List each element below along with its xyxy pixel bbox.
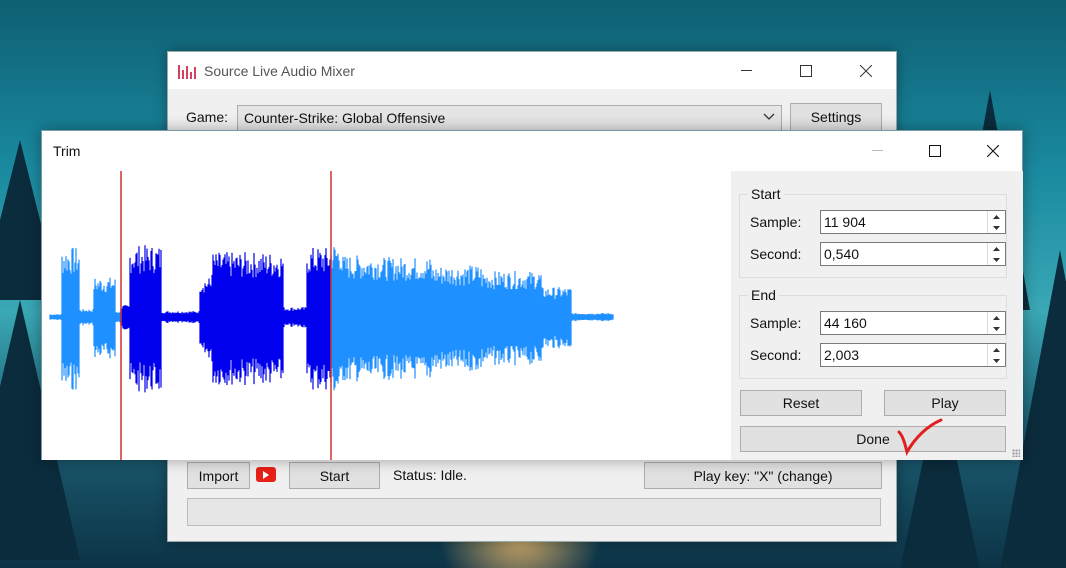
- equalizer-icon: [178, 63, 198, 79]
- end-second-input[interactable]: 2,003: [820, 343, 1006, 367]
- end-group: End Sample: 44 160 Second: 2,003: [739, 287, 1007, 379]
- minimize-icon: [740, 69, 752, 71]
- close-button[interactable]: [836, 52, 896, 89]
- spin-arrows[interactable]: [987, 344, 1005, 366]
- import-button[interactable]: Import: [187, 462, 250, 489]
- spin-up-icon[interactable]: [988, 211, 1005, 222]
- start-sample-input[interactable]: 11 904: [820, 210, 1006, 234]
- trim-close-button[interactable]: [964, 131, 1022, 171]
- end-second-label: Second:: [750, 347, 802, 363]
- minimize-icon: [871, 150, 883, 151]
- close-icon: [860, 64, 872, 77]
- start-second-value: 0,540: [824, 246, 860, 262]
- youtube-icon[interactable]: [256, 467, 276, 482]
- waveform-svg[interactable]: [42, 171, 731, 460]
- start-group: Start Sample: 11 904 Second: 0,540: [739, 186, 1007, 278]
- spin-up-icon[interactable]: [988, 243, 1005, 254]
- trim-maximize-button[interactable]: [906, 131, 964, 171]
- trim-minimize-button[interactable]: [848, 131, 906, 171]
- minimize-button[interactable]: [716, 52, 776, 89]
- trim-window-title: Trim: [53, 143, 81, 159]
- start-second-input[interactable]: 0,540: [820, 242, 1006, 266]
- game-select-value: Counter-Strike: Global Offensive: [244, 110, 446, 126]
- play-key-button[interactable]: Play key: "X" (change): [644, 462, 882, 489]
- end-sample-input[interactable]: 44 160: [820, 311, 1006, 335]
- end-sample-value: 44 160: [824, 315, 867, 331]
- spin-arrows[interactable]: [987, 243, 1005, 265]
- game-select[interactable]: Counter-Strike: Global Offensive: [237, 105, 782, 131]
- red-checkmark-icon: [897, 418, 943, 456]
- maximize-button[interactable]: [776, 52, 836, 89]
- waveform-view[interactable]: [42, 171, 731, 460]
- end-group-title: End: [748, 287, 779, 303]
- main-titlebar[interactable]: Source Live Audio Mixer: [168, 52, 896, 89]
- spin-up-icon[interactable]: [988, 312, 1005, 323]
- trim-side-panel: Start Sample: 11 904 Second: 0,540 End S…: [731, 171, 1023, 460]
- chevron-down-icon: [763, 113, 775, 120]
- end-sample-label: Sample:: [750, 315, 802, 331]
- close-icon: [987, 145, 999, 157]
- end-second-value: 2,003: [824, 347, 860, 363]
- start-button[interactable]: Start: [289, 462, 380, 489]
- main-window-title: Source Live Audio Mixer: [204, 62, 355, 79]
- play-button[interactable]: Play: [884, 390, 1006, 416]
- start-group-title: Start: [748, 186, 784, 202]
- spin-down-icon[interactable]: [988, 323, 1005, 334]
- spin-up-icon[interactable]: [988, 344, 1005, 355]
- game-label: Game:: [186, 109, 229, 125]
- status-text: Status: Idle.: [393, 467, 467, 483]
- done-button[interactable]: Done: [740, 426, 1006, 452]
- progress-bar: [187, 498, 881, 526]
- trim-window: Trim Start Sample: 11 904 Second: 0,540 …: [41, 130, 1023, 460]
- maximize-icon: [800, 64, 812, 77]
- maximize-icon: [929, 145, 941, 157]
- spin-down-icon[interactable]: [988, 355, 1005, 366]
- start-sample-label: Sample:: [750, 214, 802, 230]
- spin-down-icon[interactable]: [988, 254, 1005, 265]
- spin-arrows[interactable]: [987, 312, 1005, 334]
- reset-button[interactable]: Reset: [740, 390, 862, 416]
- spin-down-icon[interactable]: [988, 222, 1005, 233]
- resize-grip-icon[interactable]: [1012, 449, 1020, 457]
- settings-button[interactable]: Settings: [790, 103, 882, 131]
- trim-titlebar[interactable]: Trim: [42, 131, 1022, 171]
- start-sample-value: 11 904: [824, 214, 866, 230]
- spin-arrows[interactable]: [987, 211, 1005, 233]
- start-second-label: Second:: [750, 246, 802, 262]
